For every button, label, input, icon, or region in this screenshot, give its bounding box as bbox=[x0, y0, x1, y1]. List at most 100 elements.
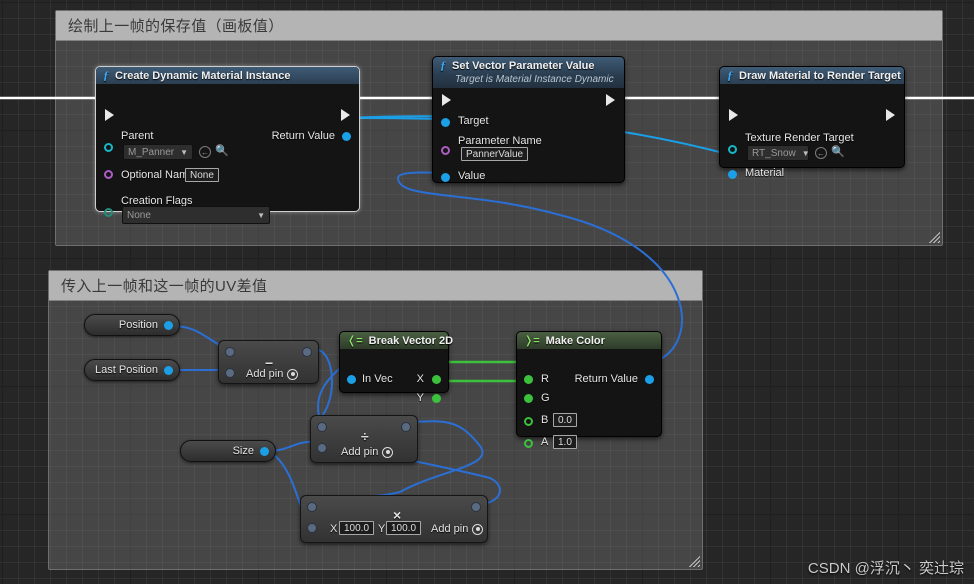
multiply-output-pin[interactable] bbox=[471, 502, 481, 512]
multiply-add-pin-button[interactable]: Add pin bbox=[431, 523, 484, 535]
browse-back-icon[interactable]: ← bbox=[815, 147, 827, 159]
divide-input-b-pin[interactable] bbox=[317, 443, 327, 453]
creation-flags-dropdown[interactable]: None ▼ bbox=[122, 206, 270, 224]
parent-dropdown-value: M_Panner bbox=[128, 146, 175, 158]
subtract-input-a-pin[interactable] bbox=[225, 347, 235, 357]
optional-name-field[interactable]: None bbox=[185, 168, 219, 182]
exec-output-pin[interactable] bbox=[606, 94, 615, 106]
parent-dropdown[interactable]: M_Panner ▼ bbox=[123, 144, 193, 160]
r-input-pin[interactable] bbox=[524, 375, 533, 384]
exec-input-pin[interactable] bbox=[105, 109, 114, 121]
a-value-field[interactable]: 1.0 bbox=[553, 435, 577, 449]
multiply-input-a-pin[interactable] bbox=[307, 502, 317, 512]
node-title-bar[interactable]: ƒ Create Dynamic Material Instance bbox=[96, 67, 359, 84]
resize-grip-icon[interactable] bbox=[928, 231, 940, 243]
b-input-pin[interactable] bbox=[524, 417, 533, 426]
target-label: Target bbox=[458, 115, 489, 127]
multiply-input-b-pin[interactable] bbox=[307, 523, 317, 533]
parameter-name-field[interactable]: PannerValue bbox=[461, 147, 529, 161]
y-output-pin[interactable] bbox=[432, 394, 441, 403]
optional-name-pin[interactable] bbox=[104, 170, 113, 179]
node-multiply[interactable]: × X 100.0 Y 100.0 Add pin bbox=[300, 495, 488, 543]
g-input-pin[interactable] bbox=[524, 394, 533, 403]
node-title-bar[interactable]: ƒ Set Vector Parameter Value bbox=[433, 57, 624, 74]
in-vec-label: In Vec bbox=[362, 373, 393, 385]
parameter-name-pin[interactable] bbox=[441, 146, 450, 155]
texture-render-target-pin[interactable] bbox=[728, 145, 737, 154]
node-title-text: Break Vector 2D bbox=[368, 334, 454, 347]
b-label: B bbox=[541, 414, 549, 426]
comment-title-text: 传入上一帧和这一帧的UV差值 bbox=[61, 278, 268, 295]
add-pin-icon[interactable] bbox=[472, 523, 484, 535]
node-title-bar[interactable]: ƒ Draw Material to Render Target bbox=[720, 67, 904, 84]
add-pin-label: Add pin bbox=[431, 523, 469, 535]
multiply-x-field[interactable]: 100.0 bbox=[339, 521, 375, 535]
variable-get-size[interactable]: Size bbox=[180, 440, 276, 462]
chevron-down-icon: ▼ bbox=[257, 210, 265, 220]
subtract-output-pin[interactable] bbox=[302, 347, 312, 357]
node-body: R Return Value G B 0.0 A 1.0 bbox=[517, 349, 661, 449]
material-pin[interactable] bbox=[728, 170, 737, 179]
parent-pin[interactable] bbox=[104, 143, 113, 152]
node-create-dynamic-material-instance[interactable]: ƒ Create Dynamic Material Instance Retur… bbox=[95, 66, 360, 224]
multiply-y-field[interactable]: 100.0 bbox=[386, 521, 422, 535]
chevron-down-icon: ▼ bbox=[801, 148, 810, 158]
position-output-pin[interactable] bbox=[164, 320, 173, 330]
blueprint-graph-canvas[interactable]: 绘制上一帧的保存值（画板值） 传入上一帧和这一帧的UV差值 ƒ Create D… bbox=[0, 0, 974, 584]
subtract-add-pin-button[interactable]: Add pin bbox=[246, 368, 299, 380]
creation-flags-pin[interactable] bbox=[104, 208, 113, 217]
resize-grip-icon[interactable] bbox=[688, 555, 700, 567]
node-subtract[interactable]: − Add pin bbox=[218, 340, 319, 384]
multiply-y-label: Y bbox=[378, 523, 386, 535]
comment-title-text: 绘制上一帧的保存值（画板值） bbox=[68, 18, 284, 35]
search-icon[interactable]: 🔍 bbox=[831, 145, 845, 158]
node-title-bar[interactable]: ❭= Make Color bbox=[517, 332, 661, 349]
function-f-icon: ƒ bbox=[440, 58, 446, 72]
exec-input-pin[interactable] bbox=[442, 94, 451, 106]
parent-label: Parent bbox=[121, 130, 154, 142]
in-vec-pin[interactable] bbox=[347, 375, 356, 384]
search-icon[interactable]: 🔍 bbox=[215, 144, 229, 157]
node-title-text: Make Color bbox=[545, 334, 605, 347]
variable-get-last-position[interactable]: Last Position bbox=[84, 359, 180, 381]
comment-title-bar[interactable]: 传入上一帧和这一帧的UV差值 bbox=[49, 271, 702, 301]
size-output-pin[interactable] bbox=[260, 446, 269, 456]
node-divide[interactable]: ÷ Add pin bbox=[310, 415, 418, 463]
node-break-vector-2d[interactable]: ❬= Break Vector 2D In Vec X Y bbox=[339, 331, 453, 404]
divide-output-pin[interactable] bbox=[401, 422, 411, 432]
texture-render-target-dropdown[interactable]: RT_Snow ▼ bbox=[747, 145, 810, 161]
last-position-label: Last Position bbox=[95, 364, 158, 376]
add-pin-icon[interactable] bbox=[287, 368, 299, 380]
r-label: R bbox=[541, 373, 549, 385]
y-output-label: Y bbox=[416, 392, 424, 404]
b-value-field[interactable]: 0.0 bbox=[553, 413, 577, 427]
exec-output-pin[interactable] bbox=[886, 109, 895, 121]
variable-get-position[interactable]: Position bbox=[84, 314, 180, 336]
last-position-output-pin[interactable] bbox=[164, 365, 173, 375]
chevron-down-icon: ▼ bbox=[180, 147, 189, 157]
divide-input-a-pin[interactable] bbox=[317, 422, 327, 432]
node-draw-material-to-render-target[interactable]: ƒ Draw Material to Render Target Texture… bbox=[719, 66, 905, 179]
target-pin[interactable] bbox=[441, 118, 450, 127]
comment-title-bar[interactable]: 绘制上一帧的保存值（画板值） bbox=[56, 11, 942, 41]
subtract-input-b-pin[interactable] bbox=[225, 368, 235, 378]
g-label: G bbox=[541, 392, 550, 404]
browse-back-icon[interactable]: ← bbox=[199, 146, 211, 158]
creation-flags-value: None bbox=[127, 209, 151, 221]
add-pin-icon[interactable] bbox=[382, 446, 394, 458]
node-title-text: Set Vector Parameter Value bbox=[452, 59, 595, 72]
node-set-vector-parameter-value[interactable]: ƒ Set Vector Parameter Value Target is M… bbox=[432, 56, 625, 183]
a-input-pin[interactable] bbox=[524, 439, 533, 448]
texture-render-target-value: RT_Snow bbox=[752, 147, 796, 159]
node-title-bar[interactable]: ❬= Break Vector 2D bbox=[340, 332, 453, 349]
x-output-label: X bbox=[416, 373, 424, 385]
divide-add-pin-button[interactable]: Add pin bbox=[341, 446, 394, 458]
x-output-pin[interactable] bbox=[432, 375, 441, 384]
return-value-pin[interactable] bbox=[342, 132, 351, 141]
return-value-pin[interactable] bbox=[645, 375, 654, 384]
value-pin[interactable] bbox=[441, 173, 450, 182]
exec-output-pin[interactable] bbox=[341, 109, 350, 121]
function-f-icon: ƒ bbox=[103, 68, 109, 82]
exec-input-pin[interactable] bbox=[729, 109, 738, 121]
node-make-color[interactable]: ❭= Make Color R Return Value G B 0.0 A 1… bbox=[516, 331, 662, 449]
